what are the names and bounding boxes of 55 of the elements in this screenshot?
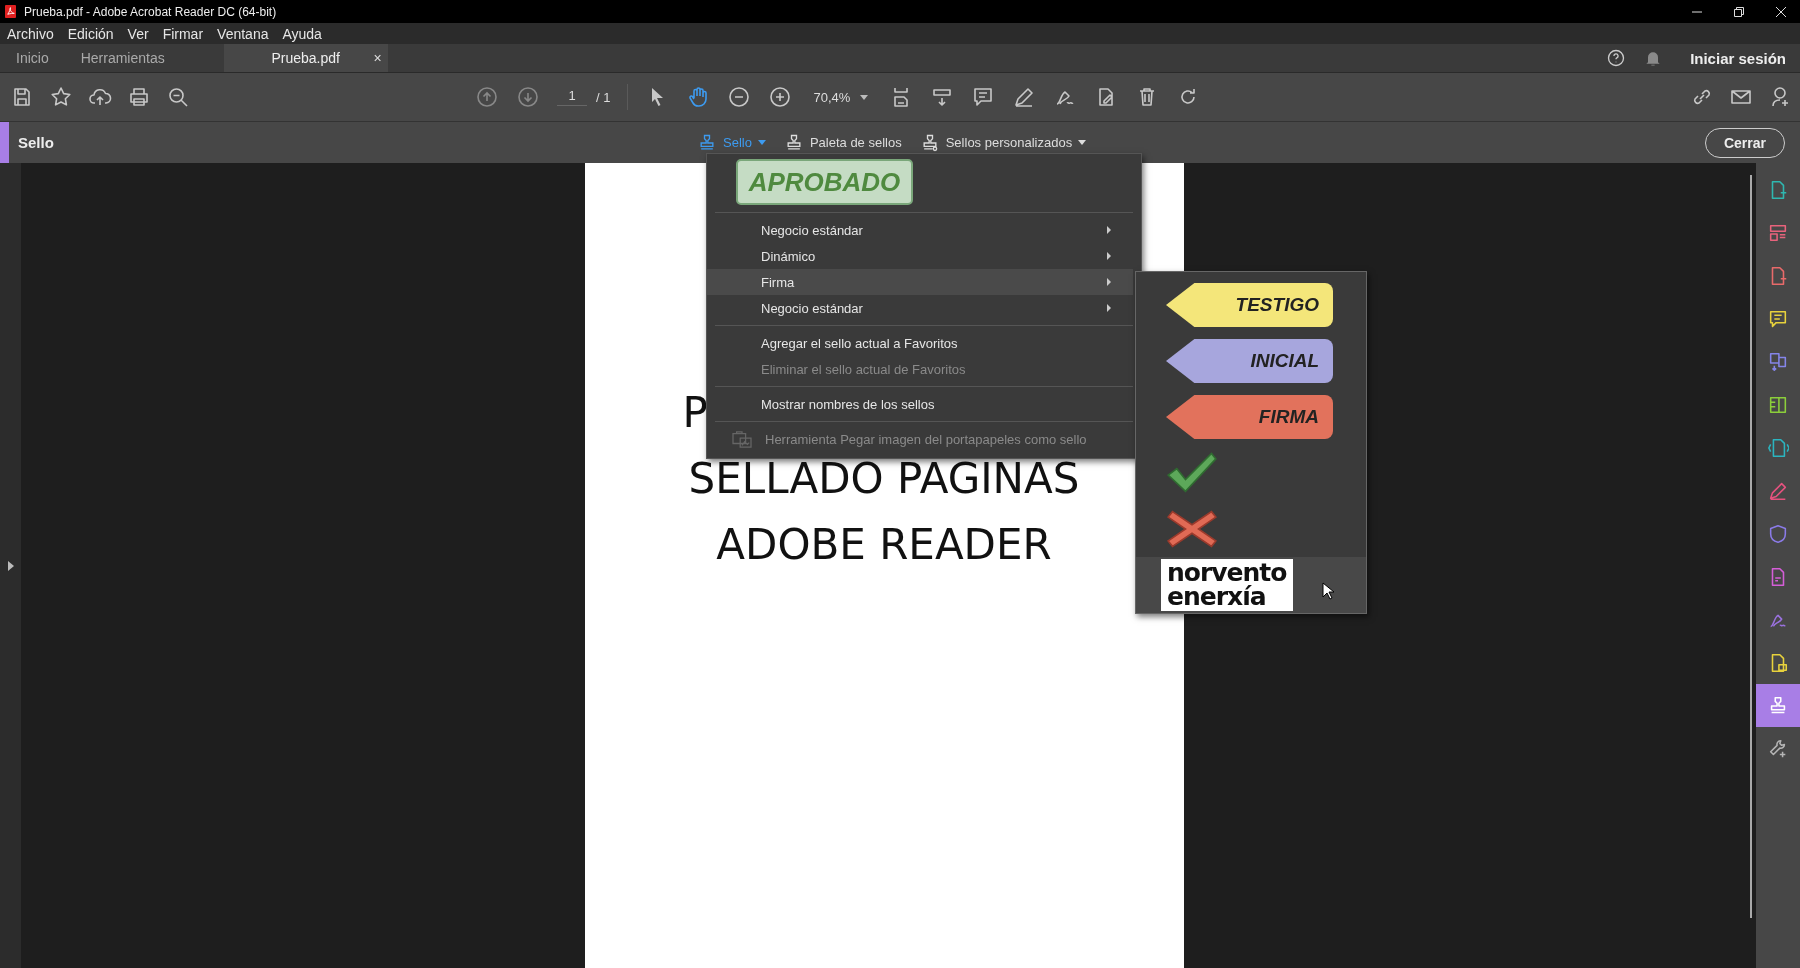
menu-item[interactable]: Ver xyxy=(127,25,149,42)
window-title: Prueba.pdf - Adobe Acrobat Reader DC (64-bit) xyxy=(24,4,277,19)
check-stamp-icon[interactable] xyxy=(1166,451,1218,495)
expand-panel-icon[interactable] xyxy=(7,560,14,571)
print-icon[interactable] xyxy=(127,85,151,109)
menu-item[interactable]: Ventana xyxy=(217,25,269,42)
page-number-field[interactable]: 1 xyxy=(557,88,587,106)
menu-item[interactable]: Ayuda xyxy=(282,25,322,42)
menu-item[interactable]: Mostrar nombres de los sellos xyxy=(707,391,1133,417)
submenu-arrow-icon xyxy=(1107,278,1111,286)
zoom-in-icon[interactable] xyxy=(768,85,793,109)
clipboard-image-icon xyxy=(731,430,753,448)
previous-page-icon[interactable] xyxy=(475,85,499,109)
tab[interactable]: Prueba.pdf × xyxy=(223,44,388,72)
document-text: ADOBE READER xyxy=(716,519,1052,571)
next-page-icon[interactable] xyxy=(516,85,540,109)
page-total: / 1 xyxy=(596,89,611,105)
custom-stamps-dropdown[interactable]: Sellos personalizados xyxy=(919,132,1087,153)
submenu-arrow-icon xyxy=(1107,252,1111,260)
logo-stamp[interactable]: norvento enerxía xyxy=(1161,559,1293,611)
signature-stamp[interactable]: INICIAL xyxy=(1166,339,1333,383)
sign-in-link[interactable]: Iniciar sesión xyxy=(1690,49,1786,67)
selected-tool-button[interactable] xyxy=(1756,684,1800,727)
close-icon[interactable] xyxy=(1776,6,1786,17)
zoom-search-icon[interactable] xyxy=(166,85,190,109)
zoom-out-icon[interactable] xyxy=(727,85,752,109)
mouse-cursor-icon xyxy=(1322,582,1334,600)
submenu-arrow-icon xyxy=(1107,304,1111,312)
tab[interactable]: Herramientas xyxy=(64,44,181,72)
menu-item[interactable]: Edición xyxy=(67,25,114,42)
caret-icon xyxy=(1078,140,1087,145)
restore-icon[interactable] xyxy=(1734,6,1744,17)
tab[interactable]: Inicio xyxy=(0,44,65,72)
zoom-dropdown[interactable]: 70,4% xyxy=(809,89,873,105)
stamp-palette-button[interactable]: Paleta de sellos xyxy=(783,132,902,153)
help-icon[interactable] xyxy=(1606,48,1627,68)
caret-icon xyxy=(860,94,869,100)
submenu-item[interactable]: Negocio estándar xyxy=(707,217,1133,243)
pdf-app-icon xyxy=(5,5,16,18)
star-icon[interactable] xyxy=(49,85,73,109)
document-text: SELLADO PAGINAS xyxy=(688,453,1080,505)
close-tab-button[interactable]: × xyxy=(373,50,382,66)
menu-item[interactable]: Firmar xyxy=(162,25,204,42)
signature-stamp[interactable]: FIRMA xyxy=(1166,395,1333,439)
submenu-item[interactable]: Negocio estándar xyxy=(707,295,1133,321)
signature-stamp[interactable]: TESTIGO xyxy=(1166,283,1333,327)
submenu-item[interactable]: Firma xyxy=(707,269,1133,295)
submenu-arrow-icon xyxy=(1107,226,1111,234)
document-text: P xyxy=(682,387,708,439)
menu-item[interactable]: Archivo xyxy=(7,25,54,42)
tool-title: Sello xyxy=(18,134,55,151)
scrollbar-thumb[interactable] xyxy=(1750,175,1752,918)
menu-item[interactable]: Agregar el sello actual a Favoritos xyxy=(707,330,1133,356)
submenu-item[interactable]: Dinámico xyxy=(707,243,1133,269)
caret-icon xyxy=(757,140,766,145)
